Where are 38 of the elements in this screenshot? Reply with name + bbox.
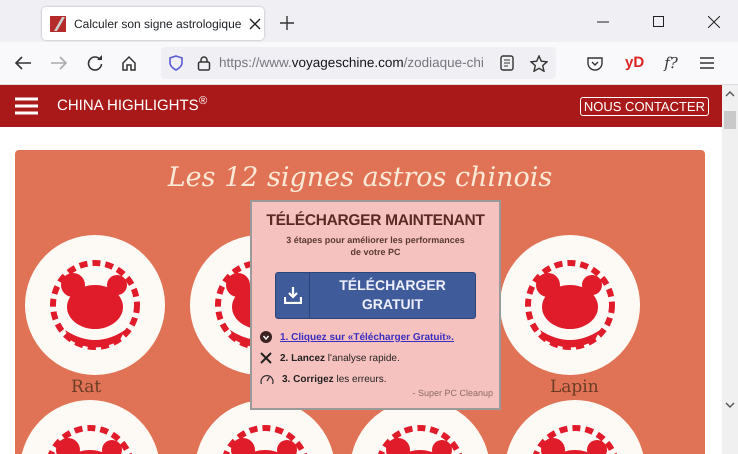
tab-title: Calculer son signe astrologique: [74, 16, 242, 32]
home-icon[interactable]: [121, 55, 137, 71]
star-icon[interactable]: [530, 54, 548, 72]
new-tab-icon[interactable]: [280, 16, 294, 30]
url-text: https://www.voyageschine.com/zodiaque-chi: [219, 54, 484, 72]
back-arrow-icon[interactable]: [15, 56, 31, 70]
download-icon: [284, 286, 302, 304]
download-circle-icon: [260, 331, 272, 344]
step-text: 3. Corrigez les erreurs.: [282, 372, 386, 387]
contact-button[interactable]: NOUS CONTACTER: [580, 96, 709, 116]
scroll-thumb[interactable]: [724, 111, 736, 129]
sign-label: Lapin: [550, 376, 599, 399]
banner-title: Les 12 signes astros chinois: [166, 162, 554, 194]
extension-button[interactable]: yD: [625, 52, 644, 74]
close-tab-icon[interactable]: [249, 18, 262, 30]
download-link[interactable]: 1. Cliquez sur «Télécharger Gratuit».: [280, 326, 454, 348]
pocket-icon[interactable]: [587, 56, 603, 70]
ad-subtitle: 3 étapes pour améliorer les performances de votre PC: [285, 235, 466, 259]
site-logo[interactable]: CHINA HIGHLIGHTS$^{®}$: [57, 94, 207, 118]
address-bar[interactable]: https://www.voyageschine.com/zodiaque-chi: [161, 47, 556, 79]
tools-icon: [260, 352, 272, 364]
sign-label: Rat: [71, 376, 102, 399]
ad-credit: - Super PC Cleanup: [412, 386, 493, 400]
gauge-icon: [260, 373, 274, 386]
reader-view-icon[interactable]: [500, 55, 514, 71]
step-text: 2. Lancez l'analyse rapide.: [280, 352, 400, 366]
download-button[interactable]: TÉLÉCHARGER GRATUIT: [275, 272, 476, 319]
menu-icon[interactable]: [700, 57, 714, 69]
extension-button[interactable]: f?: [664, 52, 678, 74]
reload-icon[interactable]: [87, 55, 103, 71]
shield-icon: [169, 55, 183, 71]
browser-tab[interactable]: Calculer son signe astrologique: [42, 7, 264, 40]
maximize-icon[interactable]: [653, 16, 664, 27]
site-favicon-icon: [50, 16, 66, 32]
ad-title: TÉLÉCHARGER MAINTENANT: [265, 211, 486, 231]
scrollbar[interactable]: [722, 85, 738, 454]
lock-icon: [197, 55, 211, 71]
close-window-icon[interactable]: [708, 16, 720, 28]
